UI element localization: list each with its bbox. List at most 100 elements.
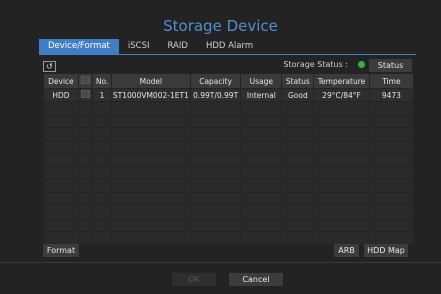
empty-cell [313, 114, 370, 128]
empty-cell [77, 218, 94, 232]
empty-cell [110, 192, 191, 206]
empty-cell [110, 205, 191, 219]
empty-cell [110, 153, 191, 167]
empty-cell [43, 114, 79, 128]
storage-device-window: Storage Device Device/Format iSCSI RAID … [0, 0, 441, 294]
cell-device: HDD [43, 88, 79, 102]
empty-cell [189, 192, 242, 206]
row-checkbox[interactable] [81, 90, 91, 98]
tab-device-format[interactable]: Device/Format [39, 39, 119, 54]
empty-cell [43, 218, 79, 232]
empty-cell [240, 218, 283, 232]
empty-table-row [43, 166, 415, 180]
empty-cell [110, 218, 191, 232]
tab-iscsi[interactable]: iSCSI [119, 39, 159, 54]
table-row[interactable]: HDD 1 ST1000VM002-1ET1 0.99T/0.99T Inter… [43, 88, 415, 102]
empty-cell [368, 101, 415, 115]
empty-cell [92, 179, 112, 193]
empty-cell [240, 179, 283, 193]
cell-capacity: 0.99T/0.99T [189, 88, 242, 102]
empty-cell [368, 205, 415, 219]
empty-table-row [43, 140, 415, 154]
cell-no: 1 [92, 88, 112, 102]
select-all-checkbox[interactable] [81, 76, 91, 84]
bottom-divider [0, 262, 441, 263]
empty-cell [189, 231, 242, 245]
empty-cell [77, 192, 94, 206]
empty-cell [189, 140, 242, 154]
empty-cell [313, 140, 370, 154]
column-header-capacity: Capacity [189, 73, 242, 89]
empty-cell [313, 179, 370, 193]
format-button[interactable]: Format [43, 244, 79, 257]
page-title: Storage Device [163, 17, 278, 35]
empty-cell [313, 218, 370, 232]
empty-cell [368, 153, 415, 167]
tab-raid[interactable]: RAID [159, 39, 197, 54]
empty-cell [92, 114, 112, 128]
column-header-status: Status [281, 73, 315, 89]
empty-cell [77, 140, 94, 154]
refresh-icon[interactable]: ↺ [43, 61, 56, 72]
cell-temperature: 29°C/84°F [313, 88, 370, 102]
empty-cell [368, 179, 415, 193]
empty-cell [240, 114, 283, 128]
column-header-no: No. [92, 73, 112, 89]
empty-cell [281, 101, 315, 115]
empty-cell [189, 205, 242, 219]
empty-cell [110, 127, 191, 141]
ok-button[interactable]: OK [172, 273, 216, 286]
empty-cell [281, 114, 315, 128]
empty-cell [240, 101, 283, 115]
empty-cell [110, 140, 191, 154]
empty-cell [240, 205, 283, 219]
empty-cell [92, 166, 112, 180]
empty-cell [240, 231, 283, 245]
empty-table-row [43, 114, 415, 128]
empty-cell [77, 179, 94, 193]
column-header-time: Time [368, 73, 415, 89]
tab-hdd-alarm[interactable]: HDD Alarm [197, 39, 262, 54]
empty-cell [313, 153, 370, 167]
hdd-map-button[interactable]: HDD Map [364, 244, 408, 257]
column-header-select[interactable] [77, 73, 94, 89]
empty-cell [281, 218, 315, 232]
empty-cell [77, 166, 94, 180]
empty-cell [92, 127, 112, 141]
empty-cell [368, 127, 415, 141]
cell-status: Good [281, 88, 315, 102]
column-header-device: Device [43, 73, 79, 89]
column-header-usage: Usage [240, 73, 283, 89]
empty-cell [110, 101, 191, 115]
cell-select[interactable] [77, 88, 94, 102]
empty-cell [189, 114, 242, 128]
empty-cell [189, 101, 242, 115]
empty-table-row [43, 153, 415, 167]
empty-cell [110, 179, 191, 193]
cancel-button[interactable]: Cancel [229, 273, 283, 286]
empty-cell [281, 205, 315, 219]
empty-cell [189, 127, 242, 141]
empty-cell [281, 166, 315, 180]
empty-table-row [43, 218, 415, 232]
status-button[interactable]: Status [369, 59, 412, 72]
storage-table: Device No. Model Capacity Usage Status T… [43, 73, 415, 245]
arb-button[interactable]: ARB [334, 244, 359, 257]
empty-cell [189, 166, 242, 180]
empty-cell [43, 205, 79, 219]
empty-cell [281, 192, 315, 206]
empty-cell [43, 179, 79, 193]
empty-cell [110, 231, 191, 245]
empty-cell [77, 231, 94, 245]
empty-cell [92, 192, 112, 206]
empty-cell [313, 101, 370, 115]
empty-table-row [43, 205, 415, 219]
empty-cell [368, 114, 415, 128]
cell-usage: Internal [240, 88, 283, 102]
column-header-model: Model [110, 73, 191, 89]
empty-cell [77, 205, 94, 219]
empty-cell [43, 101, 79, 115]
table-header-row: Device No. Model Capacity Usage Status T… [43, 73, 415, 89]
empty-cell [240, 192, 283, 206]
empty-cell [240, 140, 283, 154]
